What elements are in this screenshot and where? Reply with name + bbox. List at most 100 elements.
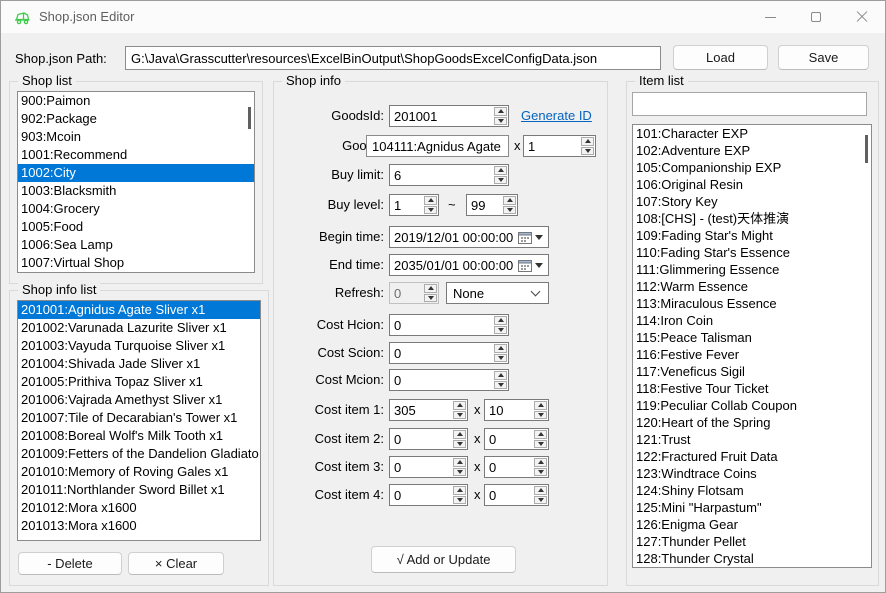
list-item[interactable]: 201013:Mora x1600 bbox=[18, 517, 260, 535]
list-item[interactable]: 115:Peace Talisman bbox=[633, 329, 871, 346]
list-item[interactable]: 114:Iron Coin bbox=[633, 312, 871, 329]
begin-time-input[interactable] bbox=[390, 230, 518, 245]
list-item[interactable]: 1003:Blacksmith bbox=[18, 182, 254, 200]
list-item[interactable]: 1007:Virtual Shop bbox=[18, 254, 254, 272]
list-item[interactable]: 101:Character EXP bbox=[633, 125, 871, 142]
list-item[interactable]: 107:Story Key bbox=[633, 193, 871, 210]
buy-level-min-spinner[interactable] bbox=[389, 194, 439, 216]
spin-up-button[interactable] bbox=[494, 166, 507, 175]
list-item[interactable]: 110:Fading Star's Essence bbox=[633, 244, 871, 261]
spin-down-button[interactable] bbox=[534, 411, 547, 420]
window-close-button[interactable] bbox=[839, 1, 885, 33]
shop-info-listbox[interactable]: 201001:Agnidus Agate Sliver x1201002:Var… bbox=[17, 300, 261, 541]
list-item[interactable]: 113:Miraculous Essence bbox=[633, 295, 871, 312]
list-item[interactable]: 128:Thunder Crystal bbox=[633, 550, 871, 567]
spin-down-button[interactable] bbox=[534, 440, 547, 449]
spin-up-button[interactable] bbox=[453, 401, 466, 410]
spin-up-button[interactable] bbox=[581, 137, 594, 146]
spin-up-button[interactable] bbox=[424, 196, 437, 205]
shop-listbox[interactable]: 900:Paimon902:Package903:Mcoin1001:Recom… bbox=[17, 91, 255, 273]
cost-item-3-count-input[interactable] bbox=[485, 457, 533, 477]
list-item[interactable]: 1001:Recommend bbox=[18, 146, 254, 164]
list-item[interactable]: 201009:Fetters of the Dandelion Gladiato bbox=[18, 445, 260, 463]
spin-up-button[interactable] bbox=[494, 371, 507, 380]
list-item[interactable]: 201002:Varunada Lazurite Sliver x1 bbox=[18, 319, 260, 337]
list-item[interactable]: 201011:Northlander Sword Billet x1 bbox=[18, 481, 260, 499]
cost-item-1-id-input[interactable] bbox=[390, 400, 452, 420]
goodsid-input[interactable] bbox=[390, 106, 493, 126]
list-item[interactable]: 127:Thunder Pellet bbox=[633, 533, 871, 550]
list-item[interactable]: 108:[CHS] - (test)天体推演 bbox=[633, 210, 871, 227]
spin-down-button[interactable] bbox=[534, 496, 547, 505]
list-item[interactable]: 201004:Shivada Jade Sliver x1 bbox=[18, 355, 260, 373]
list-item[interactable]: 116:Festive Fever bbox=[633, 346, 871, 363]
spin-up-button[interactable] bbox=[534, 458, 547, 467]
list-item[interactable]: 125:Mini "Harpastum" bbox=[633, 499, 871, 516]
clear-button[interactable]: × Clear bbox=[128, 552, 224, 575]
spin-down-button[interactable] bbox=[453, 440, 466, 449]
spin-up-button[interactable] bbox=[534, 401, 547, 410]
goods-count-spinner[interactable] bbox=[523, 135, 596, 157]
spin-down-button[interactable] bbox=[494, 117, 507, 126]
list-item[interactable]: 124:Shiny Flotsam bbox=[633, 482, 871, 499]
spin-up-button[interactable] bbox=[534, 486, 547, 495]
list-item[interactable]: 1006:Sea Lamp bbox=[18, 236, 254, 254]
cost-item-1-id-spinner[interactable] bbox=[389, 399, 468, 421]
list-item[interactable]: 201001:Agnidus Agate Sliver x1 bbox=[18, 301, 260, 319]
spin-down-button[interactable] bbox=[494, 176, 507, 185]
dropdown-arrow-icon[interactable] bbox=[535, 235, 543, 240]
cost-scion-input[interactable] bbox=[390, 343, 493, 363]
spin-up-button[interactable] bbox=[453, 430, 466, 439]
spin-down-button[interactable] bbox=[503, 206, 516, 215]
path-input[interactable] bbox=[125, 46, 661, 70]
window-minimize-button[interactable] bbox=[747, 1, 793, 33]
goodsid-spinner[interactable] bbox=[389, 105, 509, 127]
list-item[interactable]: 903:Mcoin bbox=[18, 128, 254, 146]
cost-scion-spinner[interactable] bbox=[389, 342, 509, 364]
save-button[interactable]: Save bbox=[778, 45, 869, 70]
list-item[interactable]: 126:Enigma Gear bbox=[633, 516, 871, 533]
list-item[interactable]: 120:Heart of the Spring bbox=[633, 414, 871, 431]
list-item[interactable]: 1005:Food bbox=[18, 218, 254, 236]
spin-up-button[interactable] bbox=[534, 430, 547, 439]
buy-level-max-spinner[interactable] bbox=[466, 194, 518, 216]
cost-item-1-count-input[interactable] bbox=[485, 400, 533, 420]
cost-item-2-count-input[interactable] bbox=[485, 429, 533, 449]
cost-hcion-spinner[interactable] bbox=[389, 314, 509, 336]
window-maximize-button[interactable] bbox=[793, 1, 839, 33]
buy-level-min-input[interactable] bbox=[390, 195, 423, 215]
generate-id-link[interactable]: Generate ID bbox=[521, 108, 592, 123]
cost-item-1-count-spinner[interactable] bbox=[484, 399, 549, 421]
list-item[interactable]: 201012:Mora x1600 bbox=[18, 499, 260, 517]
spin-down-button[interactable] bbox=[581, 147, 594, 156]
list-item[interactable]: 122:Fractured Fruit Data bbox=[633, 448, 871, 465]
list-item[interactable]: 121:Trust bbox=[633, 431, 871, 448]
spin-down-button[interactable] bbox=[494, 381, 507, 390]
spin-down-button[interactable] bbox=[453, 468, 466, 477]
end-time-input[interactable] bbox=[390, 258, 518, 273]
spin-down-button[interactable] bbox=[494, 354, 507, 363]
begin-time-picker[interactable] bbox=[389, 226, 549, 248]
list-item[interactable]: 201006:Vajrada Amethyst Sliver x1 bbox=[18, 391, 260, 409]
list-item[interactable]: 119:Peculiar Collab Coupon bbox=[633, 397, 871, 414]
item-search-input[interactable] bbox=[632, 92, 867, 116]
list-item[interactable]: 201010:Memory of Roving Gales x1 bbox=[18, 463, 260, 481]
buy-level-max-input[interactable] bbox=[467, 195, 502, 215]
load-button[interactable]: Load bbox=[673, 45, 768, 70]
list-item[interactable]: 109:Fading Star's Might bbox=[633, 227, 871, 244]
list-item[interactable]: 117:Veneficus Sigil bbox=[633, 363, 871, 380]
end-time-picker[interactable] bbox=[389, 254, 549, 276]
list-item[interactable]: 201008:Boreal Wolf's Milk Tooth x1 bbox=[18, 427, 260, 445]
list-item[interactable]: 1004:Grocery bbox=[18, 200, 254, 218]
list-item[interactable]: 201003:Vayuda Turquoise Sliver x1 bbox=[18, 337, 260, 355]
dropdown-arrow-icon[interactable] bbox=[535, 263, 543, 268]
goods-input[interactable] bbox=[366, 135, 509, 157]
item-list-scrollbar[interactable] bbox=[865, 135, 868, 163]
cost-hcion-input[interactable] bbox=[390, 315, 493, 335]
spin-up-button[interactable] bbox=[494, 316, 507, 325]
spin-down-button[interactable] bbox=[453, 496, 466, 505]
spin-down-button[interactable] bbox=[453, 411, 466, 420]
list-item[interactable]: 105:Companionship EXP bbox=[633, 159, 871, 176]
buy-limit-input[interactable] bbox=[390, 165, 493, 185]
cost-item-2-count-spinner[interactable] bbox=[484, 428, 549, 450]
